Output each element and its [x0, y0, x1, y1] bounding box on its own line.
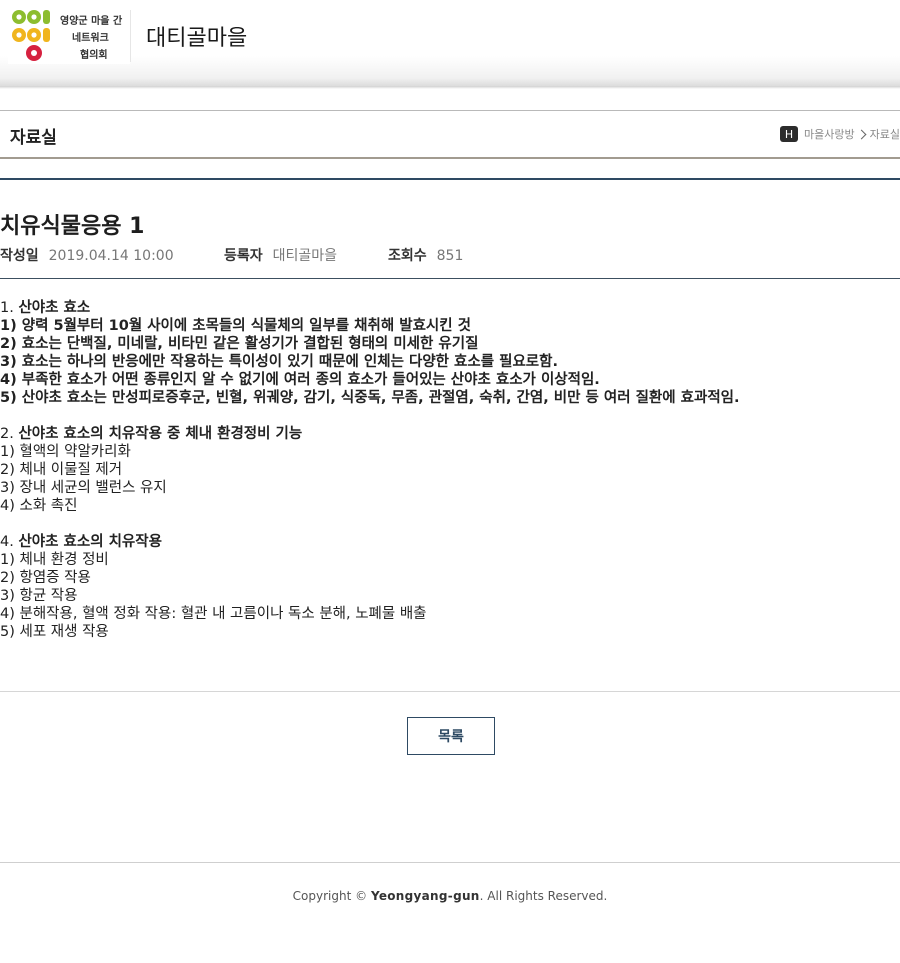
section-title: 산야초 효소의 치유작용 중 체내 환경정비 기능	[18, 426, 303, 442]
chevron-right-icon	[856, 129, 867, 139]
header-shadow	[0, 86, 900, 89]
logo-text-line1: 영양군 마을 간	[60, 16, 123, 27]
board-title-bar: 자료실 H 마을사랑방 자료실	[0, 110, 900, 159]
section-heading: 2. 산야초 효소의 치유작용 중 체내 환경정비 기능	[0, 425, 900, 443]
site-header: 영양군 마을 간 네트워크 협의회 대티골마을	[0, 0, 900, 86]
meta-date-value: 2019.04.14 10:00	[48, 248, 174, 264]
content-line: 5) 세포 재생 작용	[0, 624, 109, 640]
content-line: 1) 체내 환경 정비	[0, 552, 109, 568]
meta-views: 조회수 851	[388, 245, 463, 265]
content-line: 4) 소화 촉진	[0, 498, 78, 514]
post-title: 치유식물응용 1	[0, 214, 145, 239]
meta-divider	[0, 278, 900, 279]
logo-text-line2: 네트워크	[72, 33, 109, 44]
logo-divider	[130, 10, 131, 62]
meta-author-label: 등록자	[224, 248, 263, 264]
section-number: 1.	[0, 300, 14, 316]
section-number: 4.	[0, 534, 14, 550]
network-logo-mark	[12, 10, 50, 61]
content-line: 2) 체내 이물질 제거	[0, 462, 123, 478]
content-line: 2) 항염증 작용	[0, 570, 91, 586]
home-icon[interactable]: H	[780, 126, 799, 142]
content-line: 3) 항균 작용	[0, 588, 78, 604]
copyright-brand: Yeongyang-gun	[370, 889, 480, 903]
post-content: 1. 산야초 효소 1) 양력 5월부터 10월 사이에 초목들의 식물체의 일…	[0, 299, 900, 641]
section-heading: 1. 산야초 효소	[0, 299, 900, 317]
section-heading: 4. 산야초 효소의 치유작용	[0, 533, 900, 551]
meta-date: 작성일 2019.04.14 10:00	[0, 245, 174, 265]
content-line: 1) 양력 5월부터 10월 사이에 초목들의 식물체의 일부를 채취해 발효시…	[0, 318, 471, 334]
network-logo[interactable]: 영양군 마을 간 네트워크 협의회	[8, 6, 130, 64]
meta-date-label: 작성일	[0, 248, 39, 264]
meta-author: 등록자 대티골마을	[224, 245, 337, 265]
post-header-divider	[0, 178, 900, 180]
breadcrumb-item-archive[interactable]: 자료실	[870, 126, 900, 142]
breadcrumb: H 마을사랑방 자료실	[780, 125, 900, 143]
content-line: 4) 부족한 효소가 어떤 종류인지 알 수 없기에 여러 종의 효소가 들어있…	[0, 372, 600, 388]
content-line: 3) 효소는 하나의 반응에만 작용하는 특이성이 있기 때문에 인체는 다양한…	[0, 354, 558, 370]
footer-copyright: Copyright © Yeongyang-gun. All Rights Re…	[0, 889, 900, 903]
section-title: 산야초 효소의 치유작용	[18, 534, 162, 550]
content-line: 5) 산야초 효소는 만성피로증후군, 빈혈, 위궤양, 감기, 식중독, 무좀…	[0, 390, 740, 406]
board-title: 자료실	[10, 128, 57, 148]
site-title[interactable]: 대티골마을	[146, 20, 247, 52]
content-line: 1) 혈액의 약알카리화	[0, 444, 131, 460]
breadcrumb-item-sarangbang[interactable]: 마을사랑방	[804, 126, 855, 142]
content-bottom-divider	[0, 691, 900, 692]
meta-views-label: 조회수	[388, 248, 427, 264]
content-line: 2) 효소는 단백질, 미네랄, 비타민 같은 활성기가 결합된 형태의 미세한…	[0, 336, 479, 352]
copyright-suffix: . All Rights Reserved.	[479, 889, 608, 903]
copyright-prefix: Copyright ©	[292, 889, 371, 903]
section-number: 2.	[0, 426, 14, 442]
content-line: 4) 분해작용, 혈액 정화 작용: 혈관 내 고름이나 독소 분해, 노폐물 …	[0, 606, 427, 622]
meta-author-value: 대티골마을	[272, 248, 338, 264]
logo-text-line3: 협의회	[80, 50, 108, 61]
section-title: 산야초 효소	[18, 300, 91, 316]
meta-views-value: 851	[436, 248, 464, 264]
list-button[interactable]: 목록	[407, 717, 495, 755]
content-line: 3) 장내 세균의 밸런스 유지	[0, 480, 167, 496]
footer-divider	[0, 862, 900, 863]
